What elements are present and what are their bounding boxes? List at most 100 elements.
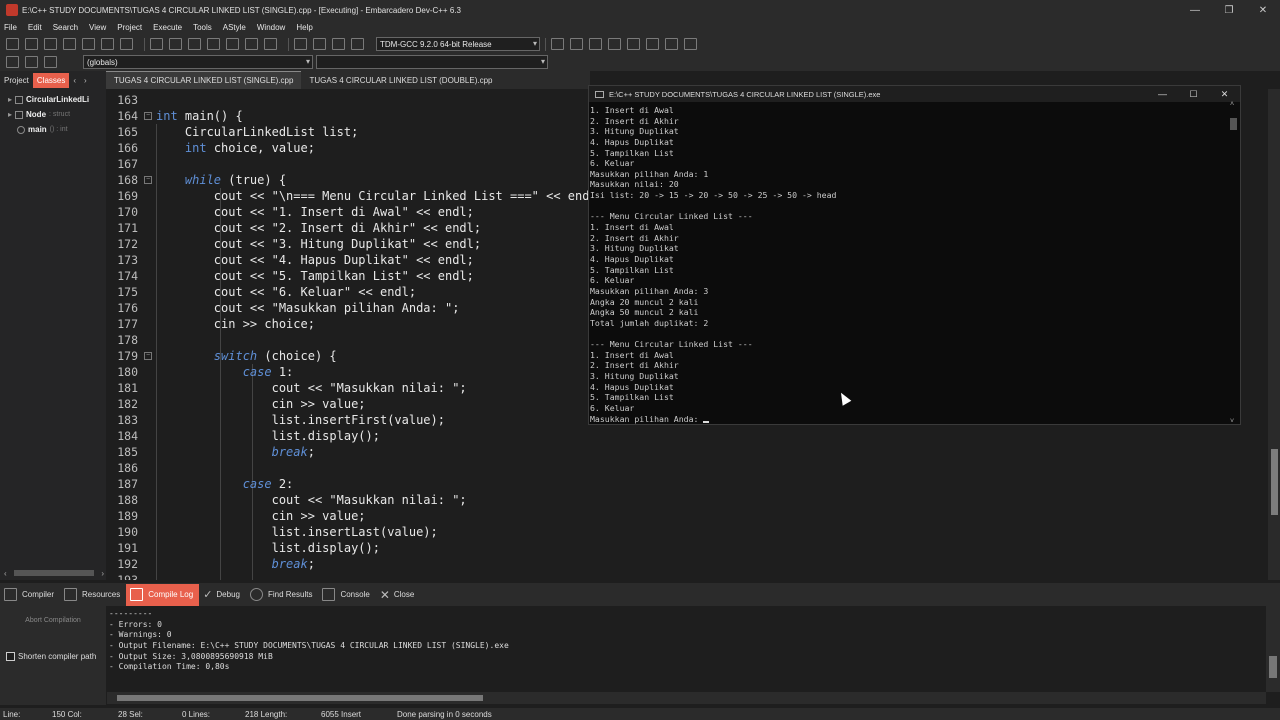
console-maximize-button[interactable]: ☐ bbox=[1178, 86, 1209, 102]
tab-close[interactable]: ✕ Close bbox=[376, 584, 421, 606]
expand-icon[interactable]: ▸ bbox=[8, 95, 12, 104]
menu-help[interactable]: Help bbox=[296, 23, 312, 32]
unindent-icon[interactable] bbox=[226, 38, 239, 50]
new-file-icon[interactable] bbox=[6, 38, 19, 50]
scrollbar-thumb[interactable] bbox=[1271, 449, 1278, 515]
tab-find-results[interactable]: Find Results bbox=[246, 584, 318, 606]
menu-file[interactable]: File bbox=[4, 23, 17, 32]
tree-item-circularlinkedlist[interactable]: ▸ CircularLinkedLi bbox=[8, 92, 106, 107]
tree-item-node[interactable]: ▸ Node : struct bbox=[8, 107, 106, 122]
compile-run-icon[interactable] bbox=[589, 38, 602, 50]
stop-execution-icon[interactable] bbox=[646, 38, 659, 50]
menu-astyle[interactable]: AStyle bbox=[223, 23, 246, 32]
menu-edit[interactable]: Edit bbox=[28, 23, 42, 32]
open-file-icon[interactable] bbox=[25, 38, 38, 50]
left-panel-hscrollbar[interactable]: ‹ › bbox=[4, 568, 104, 578]
indent-icon[interactable] bbox=[207, 38, 220, 50]
tab-classes[interactable]: Classes bbox=[32, 72, 70, 88]
tree-item-main[interactable]: main () : int bbox=[8, 122, 106, 137]
print-icon[interactable] bbox=[120, 38, 133, 50]
goto-bookmark-icon[interactable] bbox=[44, 56, 57, 68]
status-col: 150 Col: bbox=[52, 710, 82, 719]
menu-execute[interactable]: Execute bbox=[153, 23, 182, 32]
insert-icon[interactable] bbox=[6, 56, 19, 68]
line-number: 182 bbox=[117, 397, 138, 411]
delete-profile-icon[interactable] bbox=[684, 38, 697, 50]
menu-window[interactable]: Window bbox=[257, 23, 285, 32]
code-line: list.insertLast(value); bbox=[156, 524, 604, 540]
close-all-icon[interactable] bbox=[101, 38, 114, 50]
console-minimize-button[interactable]: — bbox=[1147, 86, 1178, 102]
remove-from-project-icon[interactable] bbox=[332, 38, 345, 50]
scrollbar-thumb[interactable] bbox=[14, 570, 94, 576]
console-line: 1. Insert di Awal bbox=[590, 222, 674, 233]
shorten-compiler-path-checkbox[interactable]: Shorten compiler path bbox=[6, 652, 96, 661]
chevron-left-icon[interactable]: ‹ bbox=[69, 73, 80, 88]
scrollbar-thumb[interactable] bbox=[117, 695, 483, 701]
console-vscrollbar[interactable]: ˄ ˅ bbox=[1229, 101, 1238, 425]
chevron-up-icon[interactable]: ˄ bbox=[1230, 101, 1234, 108]
new-project-icon[interactable] bbox=[294, 38, 307, 50]
find-icon[interactable] bbox=[150, 38, 163, 50]
line-number: 165 bbox=[117, 125, 138, 139]
tree-item-type: : struct bbox=[49, 111, 71, 118]
menu-search[interactable]: Search bbox=[53, 23, 78, 32]
fold-toggle-icon[interactable]: − bbox=[144, 176, 152, 184]
rebuild-icon[interactable] bbox=[608, 38, 621, 50]
checkbox-box[interactable] bbox=[6, 652, 15, 661]
save-icon[interactable] bbox=[44, 38, 57, 50]
line-number: 188 bbox=[117, 493, 138, 507]
code-line: cout << "2. Insert di Akhir" << endl; bbox=[156, 220, 604, 236]
expand-icon[interactable]: ▸ bbox=[8, 110, 12, 119]
line-number: 168 bbox=[117, 173, 138, 187]
tab-compiler[interactable]: Compiler bbox=[0, 584, 60, 606]
chevron-right-icon[interactable]: › bbox=[80, 73, 91, 88]
toggle-bookmark-icon[interactable] bbox=[25, 56, 38, 68]
scrollbar-thumb[interactable] bbox=[1230, 118, 1237, 130]
compiler-select[interactable]: TDM-GCC 9.2.0 64-bit Release ▾ bbox=[376, 37, 540, 51]
replace-icon[interactable] bbox=[169, 38, 182, 50]
check-syntax-icon[interactable] bbox=[627, 38, 640, 50]
tab-debug[interactable]: ✓ Debug bbox=[199, 584, 246, 606]
editor-vscrollbar[interactable] bbox=[1268, 89, 1280, 580]
chevron-left-icon[interactable]: ‹ bbox=[4, 569, 7, 578]
minimize-button[interactable]: — bbox=[1178, 0, 1212, 20]
editor-tab-single[interactable]: TUGAS 4 CIRCULAR LINKED LIST (SINGLE).cp… bbox=[106, 71, 302, 89]
console-window[interactable]: E:\C++ STUDY DOCUMENTS\TUGAS 4 CIRCULAR … bbox=[588, 85, 1241, 425]
tab-resources[interactable]: Resources bbox=[60, 584, 126, 606]
tab-console[interactable]: Console bbox=[318, 584, 375, 606]
log-hscrollbar[interactable] bbox=[107, 692, 1266, 704]
undo-icon[interactable] bbox=[245, 38, 258, 50]
maximize-button[interactable]: ❐ bbox=[1212, 0, 1246, 20]
save-all-icon[interactable] bbox=[63, 38, 76, 50]
compile-icon[interactable] bbox=[551, 38, 564, 50]
line-number: 167 bbox=[117, 157, 138, 171]
close-file-icon[interactable] bbox=[82, 38, 95, 50]
menu-tools[interactable]: Tools bbox=[193, 23, 212, 32]
menu-project[interactable]: Project bbox=[117, 23, 142, 32]
editor-tab-double[interactable]: TUGAS 4 CIRCULAR LINKED LIST (DOUBLE).cp… bbox=[301, 71, 500, 89]
tab-compile-log[interactable]: Compile Log bbox=[126, 583, 200, 606]
scrollbar-thumb[interactable] bbox=[1269, 656, 1277, 678]
add-to-project-icon[interactable] bbox=[313, 38, 326, 50]
fold-toggle-icon[interactable]: − bbox=[144, 112, 152, 120]
tab-project[interactable]: Project bbox=[0, 73, 33, 88]
log-vscrollbar[interactable] bbox=[1266, 606, 1280, 692]
run-icon[interactable] bbox=[570, 38, 583, 50]
chevron-right-icon[interactable]: › bbox=[101, 569, 104, 578]
scope-select[interactable]: (globals) ▾ bbox=[83, 55, 313, 69]
abort-compilation-button[interactable]: Abort Compilation bbox=[6, 612, 100, 628]
profile-icon[interactable] bbox=[665, 38, 678, 50]
chevron-down-icon[interactable]: ˅ bbox=[1230, 418, 1234, 425]
redo-icon[interactable] bbox=[264, 38, 277, 50]
goto-line-icon[interactable] bbox=[188, 38, 201, 50]
close-window-button[interactable]: ✕ bbox=[1246, 0, 1280, 20]
fold-toggle-icon[interactable]: − bbox=[144, 352, 152, 360]
menu-view[interactable]: View bbox=[89, 23, 106, 32]
console-prompt-line[interactable]: Masukkan pilihan Anda: bbox=[590, 414, 1220, 425]
project-options-icon[interactable] bbox=[351, 38, 364, 50]
code-line: cout << "4. Hapus Duplikat" << endl; bbox=[156, 252, 604, 268]
console-close-button[interactable]: ✕ bbox=[1209, 86, 1240, 102]
member-select[interactable]: ▾ bbox=[316, 55, 548, 69]
